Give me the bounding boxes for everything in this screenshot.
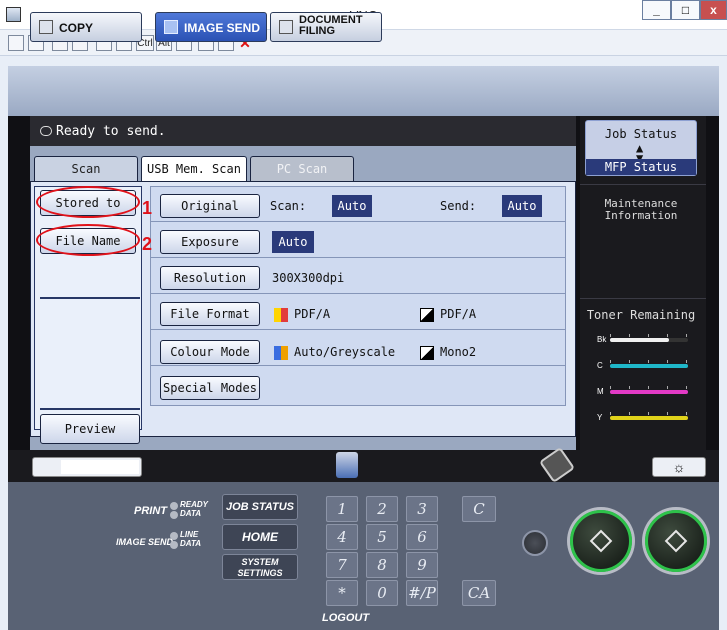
- ready-indicator: [170, 502, 178, 510]
- keypad-key[interactable]: 1: [326, 496, 358, 522]
- toner-level-fill: [610, 390, 688, 394]
- stop-button[interactable]: [522, 530, 548, 556]
- file-format-button[interactable]: File Format: [160, 302, 260, 326]
- toner-label: Y: [597, 413, 603, 422]
- toner-level-fill: [610, 338, 669, 342]
- job-status-key[interactable]: JOB STATUS: [222, 494, 298, 520]
- job-progress-button[interactable]: [32, 457, 142, 477]
- annotation-number-2: 2: [142, 234, 153, 254]
- keypad-key[interactable]: 4: [326, 524, 358, 550]
- brightness-icon[interactable]: ☼: [652, 457, 706, 477]
- copy-mode-button[interactable]: COPY: [30, 12, 142, 42]
- minimize-button[interactable]: _: [642, 0, 671, 20]
- keypad-key[interactable]: 5: [366, 524, 398, 550]
- maintenance-information-button[interactable]: Maintenance Information: [585, 198, 697, 222]
- divider: [580, 184, 706, 185]
- start-mono-button[interactable]: [570, 510, 632, 572]
- special-modes-button[interactable]: Special Modes: [160, 376, 260, 400]
- start-icon: [589, 529, 613, 553]
- send-label: Send:: [440, 199, 477, 213]
- paperclip-icon: [40, 126, 52, 136]
- keypad-key[interactable]: CA: [462, 580, 496, 606]
- tab-pc-scan[interactable]: PC Scan: [250, 156, 354, 181]
- toner-label: M: [597, 387, 604, 396]
- system-settings-key[interactable]: SYSTEM SETTINGS: [222, 554, 298, 580]
- left-column: [34, 186, 142, 430]
- keypad-key[interactable]: *: [326, 580, 358, 606]
- resolution-button[interactable]: Resolution: [160, 266, 260, 290]
- device-icon: [336, 452, 358, 478]
- colour-mode-button[interactable]: Colour Mode: [160, 340, 260, 364]
- status-bar: Ready to send.: [30, 116, 576, 146]
- annotation-ellipse-2: [36, 224, 140, 256]
- exposure-value: Auto: [272, 231, 314, 253]
- close-button[interactable]: x: [700, 0, 727, 20]
- colour-mode-colour-value: Auto/Greyscale: [294, 345, 396, 359]
- line-indicator: [170, 532, 178, 540]
- line-label: LINE: [180, 530, 199, 539]
- file-format-mono-value: PDF/A: [440, 307, 477, 321]
- keypad-key[interactable]: 3: [406, 496, 438, 522]
- mode-bar: [8, 66, 719, 116]
- annotation-number-1: 1: [142, 198, 153, 218]
- toner-level-fill: [610, 416, 688, 420]
- image-send-icon: [164, 20, 178, 34]
- toner-label: C: [597, 361, 603, 370]
- image-send-mode-button[interactable]: IMAGE SEND: [155, 12, 267, 42]
- exposure-button[interactable]: Exposure: [160, 230, 260, 254]
- document-filing-icon: [279, 20, 293, 34]
- colour-mode-mono-value: Mono2: [440, 345, 477, 359]
- annotation-ellipse-1: [36, 186, 140, 218]
- scan-value: Auto: [332, 195, 372, 217]
- keypad-key[interactable]: 9: [406, 552, 438, 578]
- ready-label: READY: [180, 500, 209, 509]
- job-status-button[interactable]: Job Status ▲ ▼ MFP Status: [585, 120, 697, 176]
- home-key[interactable]: HOME: [222, 524, 298, 550]
- scan-label: Scan:: [270, 199, 307, 213]
- preview-button[interactable]: Preview: [40, 414, 140, 444]
- keypad-key[interactable]: 6: [406, 524, 438, 550]
- divider: [40, 408, 140, 410]
- resolution-value: 300X300dpi: [272, 271, 345, 285]
- original-button[interactable]: Original: [160, 194, 260, 218]
- print-label: PRINT: [134, 505, 167, 517]
- logout-label: LOGOUT: [322, 612, 370, 624]
- keypad-key[interactable]: #/P: [406, 580, 438, 606]
- maximize-button[interactable]: □: [671, 0, 700, 20]
- send-data-label: DATA: [180, 539, 202, 548]
- send-data-indicator: [170, 541, 178, 549]
- divider: [40, 297, 140, 299]
- start-icon: [664, 529, 688, 553]
- keypad-key[interactable]: 7: [326, 552, 358, 578]
- divider: [580, 298, 706, 299]
- image-send-label: IMAGE SEND: [116, 537, 174, 547]
- toner-gauge: [610, 386, 688, 394]
- toner-remaining-title: Toner Remaining: [586, 308, 696, 322]
- keypad-key[interactable]: 2: [366, 496, 398, 522]
- keypad-key[interactable]: 0: [366, 580, 398, 606]
- mono-format-icon: [420, 308, 434, 322]
- toner-gauge: [610, 412, 688, 420]
- copy-icon: [39, 20, 53, 34]
- toner-level-fill: [610, 364, 688, 368]
- tab-scan[interactable]: Scan: [34, 156, 138, 181]
- status-message: Ready to send.: [56, 124, 166, 139]
- tab-usb-mem-scan[interactable]: USB Mem. Scan: [141, 156, 247, 183]
- document-filing-mode-button[interactable]: DOCUMENT FILING: [270, 12, 382, 42]
- toner-gauge: [610, 334, 688, 342]
- print-data-indicator: [170, 511, 178, 519]
- toner-gauge: [610, 360, 688, 368]
- toner-label: Bk: [597, 335, 607, 344]
- mono-mode-icon: [420, 346, 434, 360]
- file-format-colour-value: PDF/A: [294, 307, 331, 321]
- options-icon[interactable]: [8, 35, 24, 51]
- keypad-key[interactable]: 8: [366, 552, 398, 578]
- colour-format-icon: [274, 308, 288, 322]
- keypad-key[interactable]: C: [462, 496, 496, 522]
- send-value: Auto: [502, 195, 542, 217]
- colour-mode-icon: [274, 346, 288, 360]
- print-data-label: DATA: [180, 509, 202, 518]
- start-colour-button[interactable]: [645, 510, 707, 572]
